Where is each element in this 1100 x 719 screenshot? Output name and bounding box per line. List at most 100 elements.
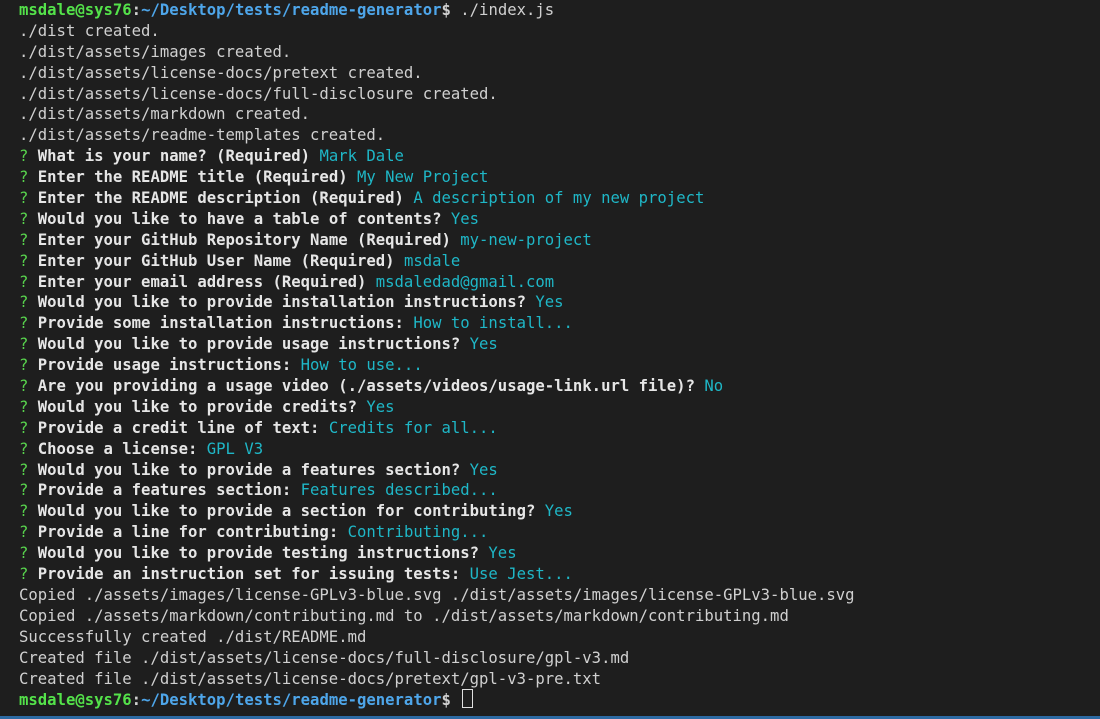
prompt-user-host: msdale@sys76 — [19, 691, 132, 710]
command-text: ./index.js — [450, 1, 555, 19]
question-line: ? Enter the README title (Required) My N… — [19, 167, 1100, 188]
question-line: ? Provide some installation instructions… — [19, 313, 1100, 334]
answer-text: No — [704, 377, 724, 396]
question-line: ? Are you providing a usage video (./ass… — [19, 376, 1100, 397]
answer-text: Use Jest... — [469, 565, 573, 584]
question-mark: ? — [19, 397, 38, 416]
question-line: ? Provide an instruction set for issuing… — [19, 564, 1100, 585]
question-text: Would you like to have a table of conten… — [37, 209, 442, 228]
prompt-path: ~/Desktop/tests/readme-generator — [141, 691, 442, 710]
question-line: ? Provide a credit line of text: Credits… — [19, 418, 1100, 439]
question-mark: ? — [19, 272, 38, 291]
question-text: Choose a license: — [37, 439, 198, 458]
question-line: ? Would you like to provide installation… — [19, 292, 1100, 313]
question-mark: ? — [19, 147, 38, 166]
question-mark: ? — [19, 251, 38, 270]
question-mark: ? — [19, 189, 38, 208]
question-mark: ? — [19, 377, 38, 396]
question-mark: ? — [19, 335, 38, 354]
question-text: Would you like to provide testing instru… — [37, 544, 480, 563]
question-text: Provide a features section: — [37, 481, 292, 500]
question-line: ? Provide usage instructions: How to use… — [19, 355, 1100, 376]
answer-text: Mark Dale — [319, 147, 404, 166]
output-line: ./dist created. — [19, 21, 160, 40]
answer-text: Credits for all... — [328, 418, 498, 437]
question-mark: ? — [19, 460, 38, 479]
question-text: Would you like to provide a section for … — [37, 502, 536, 521]
answer-text: msdale — [403, 251, 461, 270]
question-line: ? Provide a features section: Features d… — [19, 480, 1100, 501]
answer-text: my-new-project — [460, 230, 592, 249]
prompt-dollar: $ — [441, 1, 451, 19]
question-mark: ? — [19, 481, 38, 500]
question-text: Are you providing a usage video (./asset… — [37, 377, 695, 396]
question-text: Would you like to provide a features sec… — [37, 460, 461, 479]
question-mark: ? — [19, 502, 38, 521]
question-mark: ? — [19, 230, 38, 249]
question-line: ? Would you like to provide a section fo… — [19, 501, 1100, 522]
question-mark: ? — [19, 439, 38, 458]
question-mark: ? — [19, 209, 38, 228]
question-line: ? Choose a license: GPL V3 — [19, 439, 1100, 460]
answer-text: GPL V3 — [206, 439, 264, 458]
prompt-line-command: msdale@sys76:~/Desktop/tests/readme-gene… — [19, 0, 1100, 21]
question-line: ? Provide a line for contributing: Contr… — [19, 522, 1100, 543]
question-text: Provide usage instructions: — [37, 356, 292, 375]
answer-text: Yes — [450, 209, 480, 228]
answer-text: Contributing... — [347, 523, 489, 542]
question-line: ? Enter your GitHub Repository Name (Req… — [19, 230, 1100, 251]
terminal-window[interactable]: msdale@sys76:~/Desktop/tests/readme-gene… — [0, 0, 1100, 719]
answer-text: A description of my new project — [413, 189, 705, 208]
answer-text: Yes — [535, 293, 564, 312]
question-text: Enter your GitHub User Name (Required) — [37, 251, 395, 270]
prompt-path: ~/Desktop/tests/readme-generator — [141, 1, 442, 19]
prompt-colon: : — [131, 1, 142, 19]
answer-text: Features described... — [300, 481, 498, 500]
question-text: Provide an instruction set for issuing t… — [37, 565, 461, 584]
prompt-line-active[interactable]: msdale@sys76:~/Desktop/tests/readme-gene… — [19, 689, 1100, 710]
prompt-user-host: msdale@sys76 — [19, 1, 132, 19]
prompt-dollar: $ — [441, 691, 451, 710]
question-line: ? Enter your GitHub User Name (Required)… — [19, 251, 1100, 272]
output-line: Created file ./dist/assets/license-docs/… — [19, 669, 602, 688]
output-line: Successfully created ./dist/README.md — [19, 627, 367, 646]
question-text: Enter your email address (Required) — [37, 272, 367, 291]
output-line: ./dist/assets/readme-templates created. — [19, 126, 386, 145]
question-text: Provide a line for contributing: — [37, 523, 339, 542]
output-line: ./dist/assets/license-docs/full-disclosu… — [19, 84, 498, 103]
question-line: ? Enter the README description (Required… — [19, 188, 1100, 209]
question-line: ? Would you like to have a table of cont… — [19, 209, 1100, 230]
question-mark: ? — [19, 418, 38, 437]
question-mark: ? — [19, 523, 38, 542]
question-text: Enter the README title (Required) — [37, 168, 348, 187]
question-line: ? Would you like to provide credits? Yes — [19, 397, 1100, 418]
prompt-colon: : — [131, 691, 142, 710]
question-text: Enter the README description (Required) — [37, 189, 404, 208]
output-line: Copied ./assets/images/license-GPLv3-blu… — [19, 585, 855, 604]
text-cursor[interactable] — [462, 689, 474, 709]
question-text: Would you like to provide usage instruct… — [37, 335, 461, 354]
question-line: ? Would you like to provide testing inst… — [19, 543, 1100, 564]
question-mark: ? — [19, 565, 38, 584]
question-mark: ? — [19, 356, 38, 375]
output-line: Created file ./dist/assets/license-docs/… — [19, 648, 630, 667]
answer-text: How to install... — [413, 314, 573, 333]
answer-text: How to use... — [300, 356, 423, 375]
question-text: Enter your GitHub Repository Name (Requi… — [37, 230, 451, 249]
output-line: ./dist/assets/markdown created. — [19, 105, 311, 124]
question-line: ? Enter your email address (Required) ms… — [19, 272, 1100, 293]
question-line: ? What is your name? (Required) Mark Dal… — [19, 146, 1100, 167]
answer-text: My New Project — [356, 168, 489, 187]
question-line: ? Would you like to provide a features s… — [19, 460, 1100, 481]
question-text: Provide some installation instructions: — [37, 314, 404, 333]
question-text: What is your name? (Required) — [37, 147, 311, 166]
answer-text: Yes — [366, 397, 395, 416]
output-line: ./dist/assets/license-docs/pretext creat… — [19, 63, 423, 82]
answer-text: Yes — [469, 460, 498, 479]
answer-text: msdaledad@gmail.com — [375, 272, 555, 291]
question-line: ? Would you like to provide usage instru… — [19, 334, 1100, 355]
output-line: Copied ./assets/markdown/contributing.md… — [19, 606, 789, 625]
answer-text: Yes — [469, 335, 498, 354]
answer-text: Yes — [488, 544, 517, 563]
question-mark: ? — [19, 293, 38, 312]
